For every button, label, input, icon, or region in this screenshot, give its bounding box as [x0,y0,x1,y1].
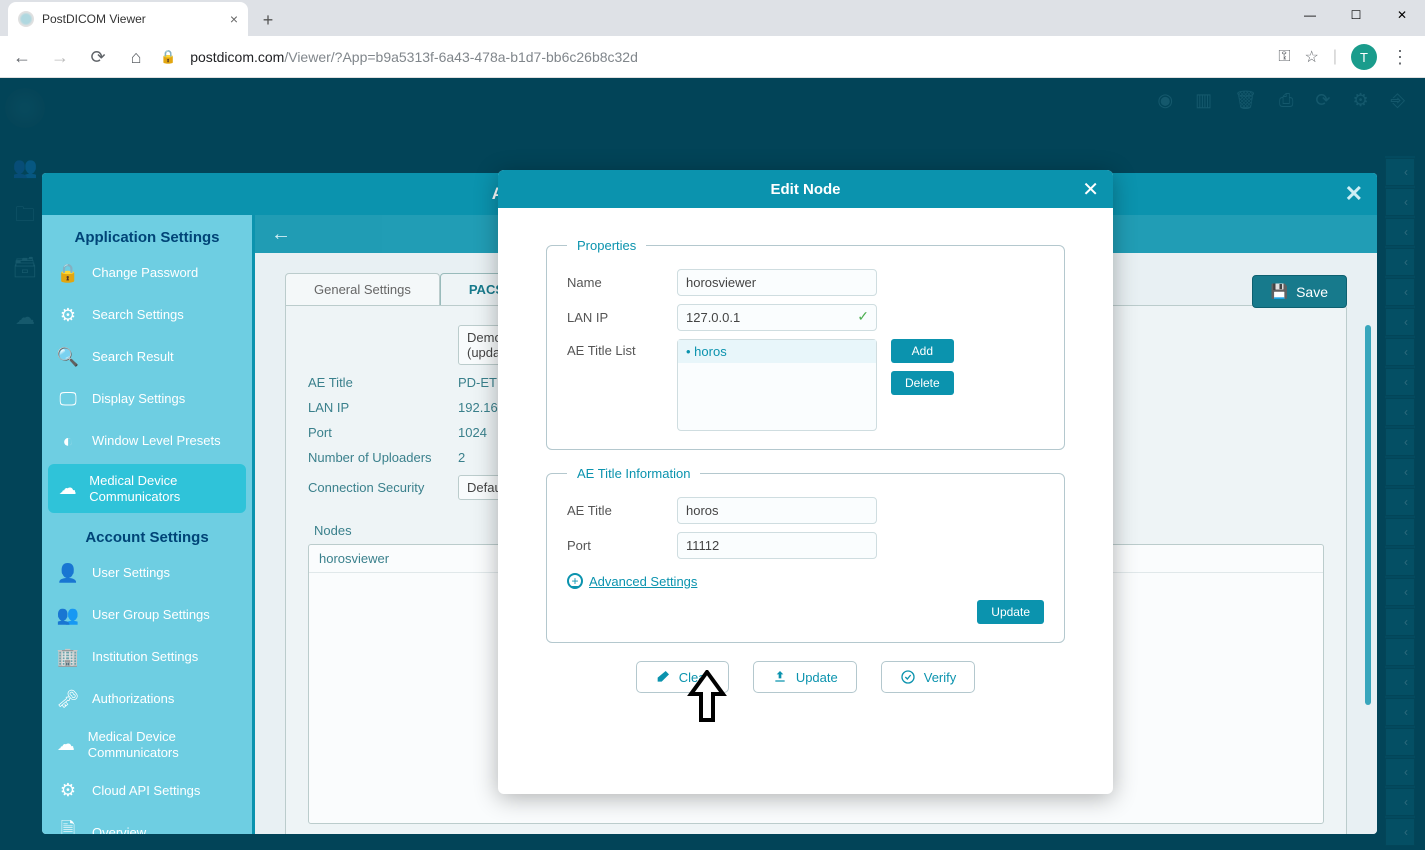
port-label: Port [567,538,677,553]
reload-button[interactable]: ⟳ [84,47,112,68]
cloud-icon: ☁ [58,477,77,501]
back-button[interactable]: ← [8,47,36,68]
ae-list-item[interactable]: horos [678,340,876,363]
update-ae-button[interactable]: Update [977,600,1044,624]
lock-icon: 🔒 [56,261,80,285]
home-button[interactable]: ⌂ [122,47,150,68]
sidebar-item-search-settings[interactable]: ⚙Search Settings [42,294,252,336]
name-label: Name [567,275,677,290]
plus-circle-icon: + [567,573,583,589]
gear-search-icon: ⚙ [56,303,80,327]
address-bar[interactable]: postdicom.com/Viewer/?App=b9a5313f-6a43-… [190,49,1268,65]
doc-icon: 🗎 [56,820,80,834]
sidebar-item-user-group[interactable]: 👥User Group Settings [42,594,252,636]
modal-close-icon[interactable]: ✕ [1082,177,1099,202]
forward-button: → [46,47,74,68]
close-window-button[interactable]: ✕ [1379,0,1425,30]
sidebar-heading-app: Application Settings [42,215,252,252]
sidebar-item-medical-device[interactable]: ☁Medical Device Communicators [48,464,246,513]
sidebar-item-search-result[interactable]: 🔍Search Result [42,336,252,378]
cloud-icon: ☁ [56,733,76,757]
tab-title: PostDICOM Viewer [42,12,146,26]
ae-title-label: AE Title [567,503,677,518]
close-tab-icon[interactable]: × [230,11,238,27]
browser-tab[interactable]: PostDICOM Viewer × [8,2,248,36]
building-icon: 🏢 [56,645,80,669]
user-icon: 👤 [56,561,80,585]
sidebar-item-institution[interactable]: 🏢Institution Settings [42,636,252,678]
ae-title-list[interactable]: horos [677,339,877,431]
check-circle-icon [900,669,916,685]
name-input[interactable] [677,269,877,296]
overlay-close-icon[interactable]: ✕ [1345,181,1363,207]
maximize-button[interactable]: ☐ [1333,0,1379,30]
sidebar-item-authorizations[interactable]: 🗝Authorizations [42,678,252,720]
new-tab-button[interactable]: + [254,6,282,34]
key-icon: 🗝 [56,687,80,711]
sidebar-item-cloud-api[interactable]: ⚙Cloud API Settings [42,769,252,811]
save-icon: 💾 [1271,283,1288,300]
advanced-settings-link[interactable]: +Advanced Settings [567,573,697,589]
lan-ip-label: LAN IP [567,310,677,325]
lan-ip-input[interactable] [677,304,877,331]
bookmark-icon[interactable]: ☆ [1305,47,1319,67]
edit-node-modal: Edit Node ✕ Properties Name LAN IP AE Ti… [498,170,1113,794]
api-icon: ⚙ [56,778,80,802]
sidebar-heading-account: Account Settings [42,515,252,552]
scrollbar[interactable] [1365,325,1371,705]
lock-icon: 🔒 [160,49,176,65]
sidebar-item-medical-device2[interactable]: ☁Medical Device Communicators [42,720,252,769]
ae-info-fieldset: AE Title Information AE Title Port +Adva… [546,466,1065,643]
delete-button[interactable]: Delete [891,371,954,395]
save-button[interactable]: 💾Save [1252,275,1347,308]
contrast-icon: ◐ [56,429,80,453]
sidebar-item-window-level[interactable]: ◐Window Level Presets [42,420,252,462]
update-button[interactable]: Update [753,661,857,693]
monitor-icon: 🖵 [56,387,80,411]
sidebar-item-display-settings[interactable]: 🖵Display Settings [42,378,252,420]
chrome-menu-icon[interactable]: ⋮ [1391,47,1409,68]
sidebar-item-change-password[interactable]: 🔒Change Password [42,252,252,294]
minimize-button[interactable]: — [1287,0,1333,30]
modal-header: Edit Node ✕ [498,170,1113,208]
users-icon: 👥 [56,603,80,627]
properties-fieldset: Properties Name LAN IP AE Title List hor… [546,238,1065,450]
verify-button[interactable]: Verify [881,661,976,693]
magnifier-icon: 🔍 [56,345,80,369]
ae-title-input[interactable] [677,497,877,524]
sidebar-item-user-settings[interactable]: 👤User Settings [42,552,252,594]
favicon [18,11,34,27]
sidebar-item-overview[interactable]: 🗎Overview [42,811,252,834]
tab-general-settings[interactable]: General Settings [285,273,440,305]
eraser-icon [655,669,671,685]
ae-list-label: AE Title List [567,339,677,358]
clear-button[interactable]: Clear [636,661,729,693]
back-arrow-icon[interactable]: ← [271,223,291,246]
upload-icon [772,669,788,685]
password-key-icon[interactable]: ⚿ [1278,48,1290,66]
profile-avatar[interactable]: T [1351,44,1377,70]
port-input[interactable] [677,532,877,559]
add-button[interactable]: Add [891,339,954,363]
